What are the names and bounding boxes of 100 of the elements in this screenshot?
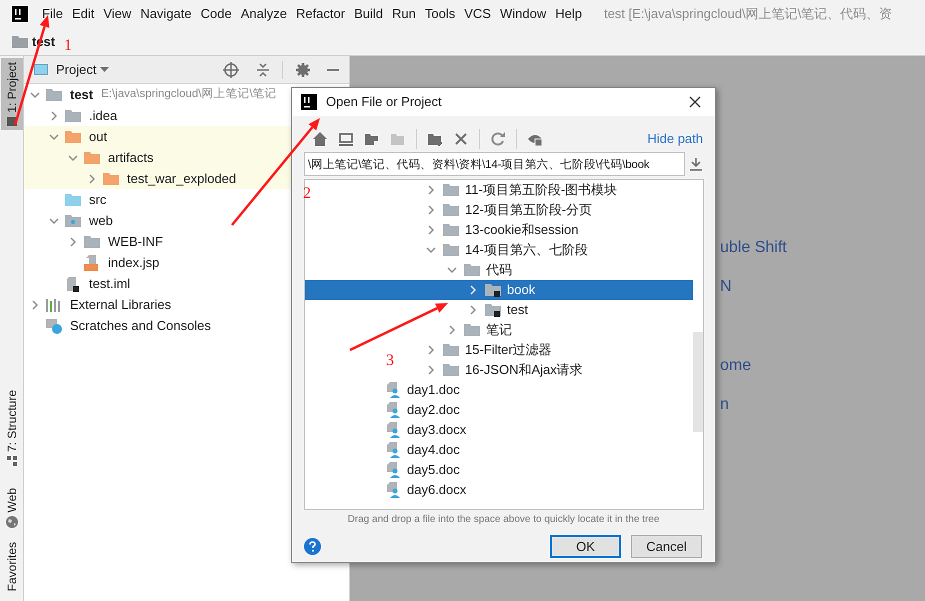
welcome-text: N xyxy=(720,277,732,295)
file-tree-row[interactable]: day6.docx xyxy=(387,480,470,500)
project-view-icon xyxy=(34,64,48,75)
tool-window-tab[interactable]: Web xyxy=(0,484,22,532)
chevron-down-icon[interactable] xyxy=(49,216,59,226)
folder-icon xyxy=(443,183,459,197)
desktop-icon[interactable] xyxy=(338,131,354,147)
new-folder-icon[interactable] xyxy=(427,131,443,147)
download-icon[interactable] xyxy=(689,157,703,171)
view-selector[interactable]: Project xyxy=(56,60,110,80)
file-tree-row[interactable]: 代码 xyxy=(444,260,516,280)
file-tree-row[interactable]: book xyxy=(305,280,693,300)
file-name: day1.doc xyxy=(407,381,460,400)
tree-label: test xyxy=(70,86,94,104)
dialog-button[interactable]: Cancel xyxy=(631,535,702,558)
tool-window-tab[interactable]: 7: Structure xyxy=(0,386,22,470)
menu-item[interactable]: Window xyxy=(500,4,546,24)
tree-path: E:\java\springcloud\网上笔记\笔记 xyxy=(101,86,277,102)
file-tree-row[interactable]: 笔记 xyxy=(444,320,516,340)
menu-item[interactable]: Help xyxy=(555,4,582,24)
delete-icon[interactable] xyxy=(453,131,469,147)
file-tree-row[interactable]: 15-Filter过滤器 xyxy=(423,340,556,360)
locate-icon[interactable] xyxy=(223,62,239,78)
home-icon[interactable] xyxy=(312,131,328,147)
tree-row[interactable]: web xyxy=(24,210,349,231)
folder-icon xyxy=(464,263,480,277)
help-icon[interactable] xyxy=(304,538,321,555)
path-field[interactable]: \网上笔记\笔记、代码、资料\资料\14-项目第六、七阶段\代码\book xyxy=(304,152,686,176)
window-title: test [E:\java\springcloud\网上笔记\笔记、代码、资 xyxy=(604,5,892,24)
menu-item[interactable]: VCS xyxy=(464,4,491,24)
menu-item[interactable]: Navigate xyxy=(140,4,192,24)
close-icon[interactable] xyxy=(689,96,701,108)
welcome-text: n xyxy=(720,395,729,413)
file-tree-row[interactable]: 12-项目第五阶段-分页 xyxy=(423,200,596,220)
document-icon xyxy=(387,442,401,458)
tree-row[interactable]: index.jsp xyxy=(24,252,349,273)
file-tree-row[interactable]: 13-cookie和session xyxy=(423,220,582,240)
tree-label: test.iml xyxy=(89,274,130,293)
menu-item[interactable]: Edit xyxy=(72,4,94,24)
folder-icon xyxy=(443,243,459,257)
chevron-right-icon[interactable] xyxy=(447,325,457,335)
document-icon xyxy=(387,402,401,418)
menu-item[interactable]: View xyxy=(103,4,132,24)
file-tree-row[interactable]: day1.doc xyxy=(387,380,464,400)
file-tree-row[interactable]: day3.docx xyxy=(387,420,470,440)
folder-icon xyxy=(84,150,100,164)
menu-item[interactable]: Analyze xyxy=(240,4,287,24)
menu-item[interactable]: Build xyxy=(354,4,384,24)
file-name: day4.doc xyxy=(407,441,460,460)
file-tree-row[interactable]: 11-项目第五阶段-图书模块 xyxy=(423,180,622,200)
file-tree-row[interactable]: day2.doc xyxy=(387,400,464,420)
file-tree-row[interactable]: 14-项目第六、七阶段 xyxy=(423,240,592,260)
file-tree-row[interactable]: day5.doc xyxy=(387,460,464,480)
file-tree-row[interactable]: test xyxy=(465,300,532,320)
tree-label: WEB-INF xyxy=(108,232,163,251)
menu-item[interactable]: Tools xyxy=(424,4,456,24)
document-icon xyxy=(387,422,401,438)
hide-path-link[interactable]: Hide path xyxy=(647,129,703,149)
tree-label: web xyxy=(89,212,113,230)
collapse-all-icon[interactable] xyxy=(255,62,271,78)
chevron-down-icon[interactable] xyxy=(49,132,59,142)
menu-item[interactable]: Code xyxy=(200,4,232,24)
chevron-right-icon[interactable] xyxy=(30,300,40,310)
chevron-down-icon[interactable] xyxy=(68,152,78,162)
chevron-down-icon[interactable] xyxy=(447,265,457,275)
menu-item[interactable]: Run xyxy=(392,4,416,24)
structure-icon xyxy=(6,456,16,466)
dropdown-icon xyxy=(100,66,110,72)
file-name: book xyxy=(507,281,536,300)
chevron-down-icon[interactable] xyxy=(30,90,40,100)
module-folder-icon xyxy=(46,88,62,102)
jsp-file-icon xyxy=(84,254,100,270)
chevron-right-icon[interactable] xyxy=(68,236,78,246)
chevron-right-icon[interactable] xyxy=(87,174,97,184)
tree-label: index.jsp xyxy=(108,254,160,272)
folder-icon xyxy=(84,234,100,248)
tree-row[interactable]: Scratches and Consoles xyxy=(24,315,349,336)
tree-label: .idea xyxy=(89,106,118,125)
scrollbar[interactable] xyxy=(693,332,703,432)
dialog-button[interactable]: OK xyxy=(550,535,621,558)
tree-row[interactable]: WEB-INF xyxy=(24,231,349,252)
project-folder-icon[interactable] xyxy=(364,131,380,147)
menu-item[interactable]: File xyxy=(42,4,63,24)
tool-window-tab[interactable]: 1: Project xyxy=(0,58,22,130)
file-tree-row[interactable]: day4.doc xyxy=(387,440,464,460)
tree-label: test_war_exploded xyxy=(127,170,236,188)
menu-item[interactable]: Refactor xyxy=(296,4,346,24)
libraries-icon xyxy=(46,298,62,312)
tool-window-tab[interactable]: Favorites xyxy=(0,538,22,596)
scratches-icon xyxy=(46,318,62,334)
settings-icon[interactable] xyxy=(295,62,311,78)
refresh-icon[interactable] xyxy=(490,131,506,147)
chevron-right-icon[interactable] xyxy=(49,110,59,120)
welcome-text: uble Shift xyxy=(720,238,787,256)
folder-icon xyxy=(65,108,81,122)
file-name: day3.docx xyxy=(407,421,466,440)
file-tree-row[interactable]: 16-JSON和Ajax请求 xyxy=(423,360,587,380)
chevron-down-icon[interactable] xyxy=(426,245,436,255)
annotation-number: 2 xyxy=(303,186,311,202)
document-icon xyxy=(387,482,401,498)
